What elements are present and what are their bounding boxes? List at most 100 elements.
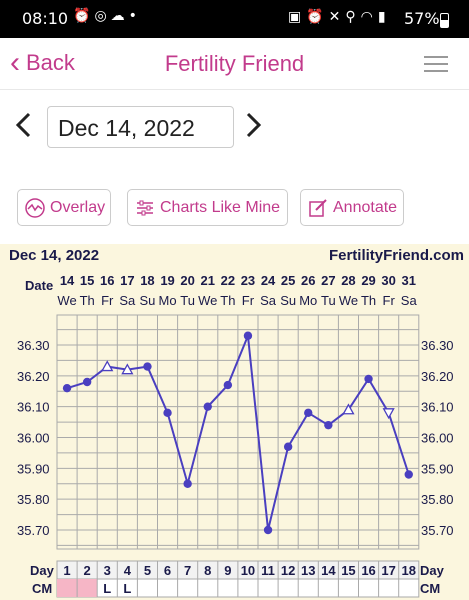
date-label: 18: [140, 273, 154, 288]
date-label: 17: [120, 273, 134, 288]
weekday-label: Sa: [401, 293, 418, 308]
temperature-point: [82, 377, 92, 387]
date-label: 26: [301, 273, 315, 288]
cycle-day-label: 11: [261, 563, 275, 578]
cycle-day-label: 7: [184, 563, 191, 578]
cm-row-label-right: CM: [420, 581, 440, 596]
y-tick-label-left: 36.00: [17, 431, 50, 446]
y-tick-label-left: 35.70: [17, 523, 50, 538]
weekday-label: Sa: [260, 293, 277, 308]
temperature-point: [243, 331, 253, 340]
annotate-button[interactable]: Annotate: [300, 189, 404, 226]
status-time: 08:10: [22, 9, 69, 28]
date-label: 14: [60, 273, 75, 288]
battery-icon: [440, 13, 449, 28]
temperature-point: [62, 383, 72, 393]
cycle-day-label: 12: [281, 563, 295, 578]
date-label: 15: [80, 273, 94, 288]
date-label: 30: [381, 273, 395, 288]
temperature-point: [364, 374, 373, 384]
status-left-icons: ⏰◎☁•: [73, 8, 141, 24]
overlay-label: Overlay: [50, 198, 106, 216]
date-label: 29: [361, 273, 375, 288]
lock-icon: ▣: [288, 9, 307, 25]
date-label: 20: [180, 273, 194, 288]
cycle-day-label: 4: [124, 563, 132, 578]
date-label: 28: [341, 273, 355, 288]
date-label: 19: [160, 273, 174, 288]
sliders-icon: [137, 200, 153, 215]
y-tick-label-left: 35.80: [17, 492, 50, 507]
status-bar: 08:10 ⏰◎☁• ▣⏰✕⚲◠▮ 57%: [0, 0, 469, 38]
weekday-label: Mo: [159, 293, 177, 308]
chart-svg: Date 14 15 16 17 18 19 20 21 22 23 24 25 26 27 28 29 30 31…: [17, 273, 454, 598]
cycle-day-label: 14: [321, 563, 336, 578]
weekday-label: Sa: [119, 293, 136, 308]
y-tick-label-right: 36.30: [421, 338, 454, 353]
cm-highlight-cell: [57, 579, 78, 597]
weekday-label: Fr: [242, 293, 255, 308]
chevron-left-icon: [15, 112, 31, 138]
cloud-icon: ☁: [110, 8, 129, 24]
temperature-point: [283, 442, 293, 451]
cycle-day-label: 16: [361, 563, 375, 578]
date-field[interactable]: Dec 14, 2022: [47, 106, 234, 148]
cycle-day-label: 6: [164, 563, 171, 578]
day-row-label-right: Day: [420, 563, 445, 578]
cycle-day-label: 2: [84, 563, 91, 578]
day-row-label-left: Day: [30, 563, 55, 578]
mute-icon: ✕: [328, 9, 346, 25]
y-tick-label-left: 36.30: [17, 338, 50, 353]
page-title: Fertility Friend: [164, 51, 305, 76]
weekday-label: Mo: [299, 293, 317, 308]
y-tick-label-left: 36.10: [17, 400, 50, 415]
weekday-label: We: [339, 293, 358, 308]
cycle-day-label: 5: [144, 563, 151, 578]
menu-icon[interactable]: [424, 55, 448, 73]
cycle-day-label: 8: [204, 563, 211, 578]
date-label: 23: [241, 273, 255, 288]
alarm-icon: ⏰: [306, 9, 329, 25]
dot-icon: •: [128, 8, 141, 24]
date-label: 25: [281, 273, 295, 288]
status-right-icons: ▣⏰✕⚲◠▮: [288, 9, 391, 25]
date-label: 24: [261, 273, 276, 288]
weekday-label: Tu: [321, 293, 336, 308]
charts-like-mine-label: Charts Like Mine: [160, 198, 281, 216]
weekday-label: Tu: [180, 293, 195, 308]
temperature-point-open: [382, 408, 395, 420]
temperature-point: [324, 420, 333, 430]
alarm-icon: ⏰: [73, 8, 95, 24]
date-label: 27: [321, 273, 335, 288]
y-tick-label-right: 35.70: [421, 523, 454, 538]
cycle-day-label: 18: [402, 563, 416, 578]
temperature-point: [223, 380, 233, 390]
y-tick-label-left: 35.90: [17, 461, 50, 476]
charts-like-mine-button[interactable]: Charts Like Mine: [127, 189, 288, 226]
cycle-day-label: 3: [104, 563, 111, 578]
y-tick-label-right: 36.10: [421, 400, 454, 415]
cycle-day-label: 17: [381, 563, 395, 578]
y-tick-label-right: 35.90: [421, 461, 454, 476]
next-date-button[interactable]: [244, 112, 262, 146]
edit-icon: [309, 198, 327, 217]
date-row-label: Date: [25, 278, 53, 293]
bbt-chart: Dec 14, 2022 FertilityFriend.com Date 14 1…: [0, 244, 469, 600]
y-tick-label-right: 35.80: [421, 492, 454, 507]
weekday-label: We: [57, 293, 76, 308]
temperature-point-open: [101, 360, 114, 372]
previous-date-button[interactable]: [15, 112, 33, 146]
cycle-day-label: 13: [301, 563, 315, 578]
overlay-button[interactable]: Overlay: [17, 189, 111, 226]
weekday-label: Th: [80, 293, 95, 308]
date-label: 21: [201, 273, 215, 288]
cycle-day-label: 10: [241, 563, 255, 578]
cm-value: L: [123, 581, 131, 596]
location-icon: ⚲: [345, 9, 361, 25]
temperature-point: [304, 408, 313, 418]
date-label: 16: [100, 273, 114, 288]
weekday-label: Su: [139, 293, 155, 308]
weekday-label: Th: [220, 293, 235, 308]
wifi-icon: ◠: [360, 9, 378, 25]
temperature-point: [263, 525, 273, 535]
